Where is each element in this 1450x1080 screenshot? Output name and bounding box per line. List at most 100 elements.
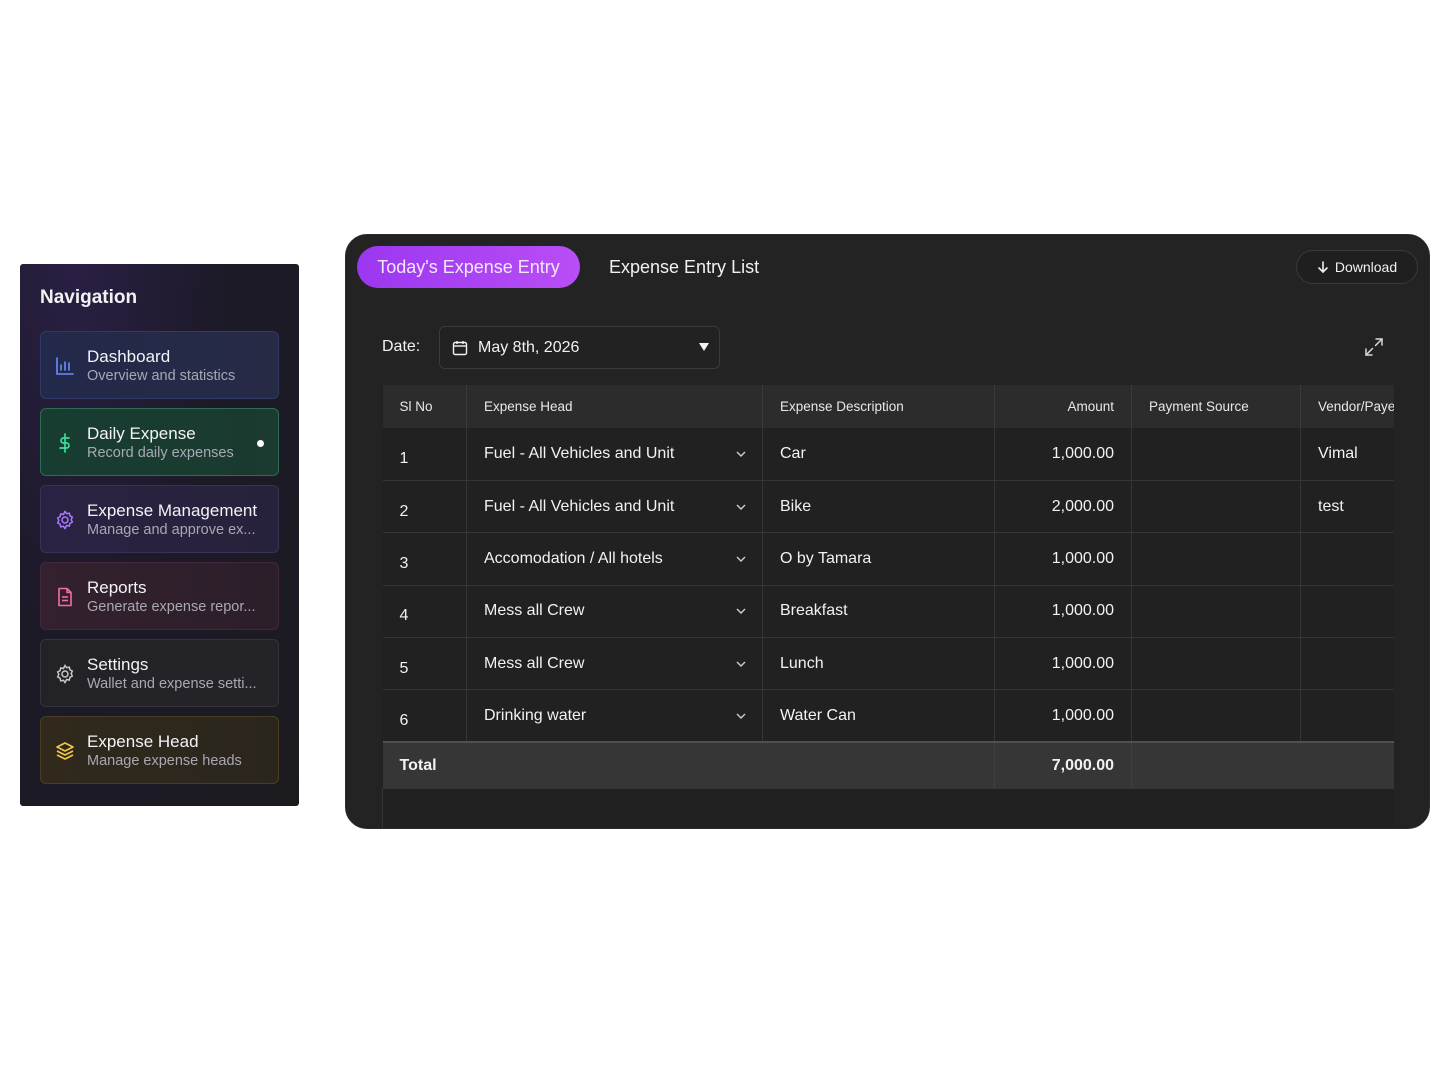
expense-head-select[interactable]: Fuel - All Vehicles and Unit [466,480,763,534]
download-label: Download [1334,259,1398,275]
amount-cell[interactable]: 1,000.00 [994,428,1132,481]
total-amount: 7,000.00 [994,741,1132,789]
payment-source-cell[interactable] [1131,480,1301,534]
chevron-down-icon [736,556,746,562]
chevron-down-icon [736,713,746,719]
expense-head-select[interactable]: Mess all Crew [466,637,763,691]
description-cell[interactable]: Bike [762,480,995,534]
total-row: Total 7,000.00 [382,741,1394,789]
table-header-row: Sl No Expense Head Expense Description A… [382,385,1394,428]
table-row: 4 Mess all Crew Breakfast 1,000.00 [382,585,1394,639]
gear-icon [56,664,74,684]
sidebar-item-daily-expense[interactable]: Daily Expense Record daily expenses [40,408,279,476]
amount-cell[interactable]: 1,000.00 [994,532,1132,586]
column-header: Payment Source [1131,385,1301,428]
vendor-cell[interactable] [1300,637,1394,691]
description-cell[interactable]: O by Tamara [762,532,995,586]
arrow-down-icon [1318,260,1328,273]
date-picker[interactable]: May 8th, 2026 [439,326,720,369]
payment-source-cell[interactable] [1131,585,1301,639]
amount-cell[interactable]: 1,000.00 [994,585,1132,639]
sidebar-item-subtitle: Generate expense repor... [87,598,256,615]
amount-cell[interactable]: 1,000.00 [994,689,1132,743]
column-header: Vendor/Payee [1300,385,1394,428]
description-cell[interactable]: Water Can [762,689,995,743]
column-header: Expense Description [762,385,995,428]
expense-head-select[interactable]: Accomodation / All hotels [466,532,763,586]
expense-head-select[interactable]: Mess all Crew [466,585,763,639]
vendor-cell[interactable] [1300,689,1394,743]
sl-no-cell: 2 [382,480,467,534]
caret-down-icon [699,343,709,351]
vendor-cell[interactable]: Vimal [1300,428,1394,481]
sidebar-item-label: Settings [87,654,149,674]
tab-expense-entry-list[interactable]: Expense Entry List [609,246,759,288]
expense-head-value: Fuel - All Vehicles and Unit [484,497,675,515]
payment-source-cell[interactable] [1131,689,1301,743]
table-filler-row [382,788,1394,828]
expense-table: Sl No Expense Head Expense Description A… [382,385,1394,828]
expense-head-value: Fuel - All Vehicles and Unit [484,444,675,462]
navigation-panel: Navigation Dashboard Overview and statis… [20,264,299,806]
sidebar-item-label: Reports [87,577,147,597]
sidebar-item-subtitle: Wallet and expense setti... [87,675,257,692]
sl-no-cell: 1 [382,428,467,481]
total-label: Total [382,741,995,789]
sl-no-cell: 6 [382,689,467,743]
chevron-down-icon [736,451,746,457]
download-button[interactable]: Download [1296,250,1418,284]
table-row: 6 Drinking water Water Can 1,000.00 [382,689,1394,743]
payment-source-cell[interactable] [1131,428,1301,481]
sidebar-item-label: Dashboard [87,346,171,366]
amount-cell[interactable]: 2,000.00 [994,480,1132,534]
sidebar-item-expense-head[interactable]: Expense Head Manage expense heads [40,716,279,784]
layers-icon [56,742,74,760]
document-icon [58,587,72,607]
sidebar-item-settings[interactable]: Settings Wallet and expense setti... [40,639,279,707]
nav-title: Navigation [40,287,138,308]
expense-head-value: Mess all Crew [484,654,585,672]
calendar-icon [452,340,468,355]
active-indicator [257,440,264,447]
dollar-icon [59,433,70,453]
expense-head-select[interactable]: Fuel - All Vehicles and Unit [466,428,763,481]
gear-icon [56,510,74,530]
sl-no-cell: 4 [382,585,467,639]
column-header: Expense Head [466,385,763,428]
table-row: 2 Fuel - All Vehicles and Unit Bike 2,00… [382,480,1394,534]
vendor-cell[interactable]: test [1300,480,1394,534]
payment-source-cell[interactable] [1131,637,1301,691]
filler-cell [382,788,1394,828]
sidebar-item-reports[interactable]: Reports Generate expense repor... [40,562,279,630]
expense-head-select[interactable]: Drinking water [466,689,763,743]
tab-todays-expense-entry[interactable]: Today's Expense Entry [357,246,580,288]
description-cell[interactable]: Lunch [762,637,995,691]
chevron-down-icon [736,608,746,615]
expense-head-value: Mess all Crew [484,602,585,620]
sidebar-item-label: Expense Management [87,500,258,520]
total-empty-cell [1131,741,1394,789]
column-header: Sl No [382,385,467,428]
sidebar-item-subtitle: Record daily expenses [87,444,234,461]
vendor-cell[interactable] [1300,585,1394,639]
column-header: Amount [994,385,1132,428]
sl-no-cell: 3 [382,532,467,586]
payment-source-cell[interactable] [1131,532,1301,586]
description-cell[interactable]: Breakfast [762,585,995,639]
sidebar-item-dashboard[interactable]: Dashboard Overview and statistics [40,331,279,399]
vendor-cell[interactable] [1300,532,1394,586]
sidebar-item-expense-management[interactable]: Expense Management Manage and approve ex… [40,485,279,553]
table-row: 5 Mess all Crew Lunch 1,000.00 [382,637,1394,691]
bar-chart-icon [56,357,74,375]
sidebar-item-subtitle: Manage and approve ex... [87,521,256,538]
expense-head-value: Drinking water [484,706,587,724]
expand-icon[interactable] [1364,337,1384,357]
description-cell[interactable]: Car [762,428,995,481]
sidebar-item-label: Daily Expense [87,423,196,443]
amount-cell[interactable]: 1,000.00 [994,637,1132,691]
chevron-down-icon [736,661,746,667]
sidebar-item-label: Expense Head [87,731,199,751]
date-value: May 8th, 2026 [478,338,580,356]
expense-entry-panel: Today's Expense Entry Expense Entry List… [345,234,1430,829]
table-row: 1 Fuel - All Vehicles and Unit Car 1,000… [382,428,1394,481]
